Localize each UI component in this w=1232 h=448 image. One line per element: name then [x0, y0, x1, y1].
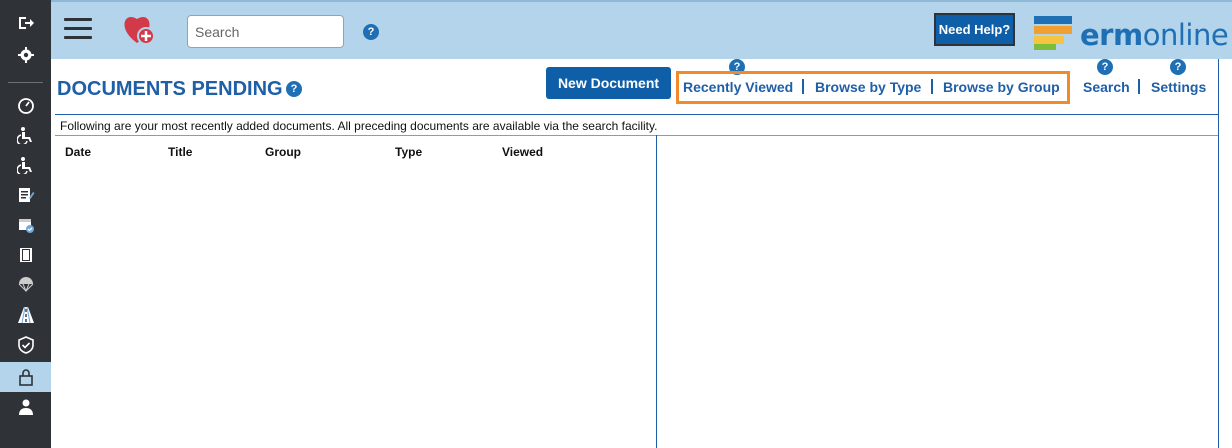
settings-help-icon[interactable]: ?	[1170, 59, 1186, 75]
nav-separator	[802, 79, 804, 94]
heart-plus-logo-icon[interactable]	[121, 11, 157, 47]
book-icon[interactable]	[0, 240, 51, 270]
sidebar-divider	[8, 82, 43, 83]
nav-browse-by-type[interactable]: Browse by Type	[815, 79, 921, 95]
column-header-viewed[interactable]: Viewed	[502, 145, 543, 159]
wheelchair-icon[interactable]	[0, 120, 51, 150]
user-icon[interactable]	[0, 392, 51, 422]
new-document-button[interactable]: New Document	[546, 67, 671, 99]
search-help-icon[interactable]: ?	[363, 24, 379, 40]
logout-icon[interactable]	[0, 8, 51, 38]
nav-separator	[1138, 79, 1140, 94]
panel-divider	[656, 135, 657, 448]
shield-check-icon[interactable]	[0, 330, 51, 360]
brand-wordmark: ermonline	[1080, 18, 1229, 52]
nav-recently-viewed[interactable]: Recently Viewed	[683, 79, 793, 95]
menu-icon[interactable]	[64, 18, 92, 40]
info-text: Following are your most recently added d…	[60, 119, 658, 133]
nav-settings[interactable]: Settings	[1151, 79, 1206, 95]
nav-search[interactable]: Search	[1083, 79, 1130, 95]
lock-icon[interactable]	[0, 362, 51, 392]
parachute-icon[interactable]	[0, 270, 51, 300]
nav-separator	[931, 79, 933, 94]
title-divider	[55, 114, 1218, 115]
search-nav-help-icon[interactable]: ?	[1097, 59, 1113, 75]
title-help-icon[interactable]: ?	[286, 81, 302, 97]
column-header-type[interactable]: Type	[395, 145, 422, 159]
dashboard-gauge-icon[interactable]	[0, 90, 51, 120]
panel-top-border	[55, 135, 1218, 136]
top-header: ? Need Help? ermonline	[51, 0, 1232, 59]
need-help-button[interactable]: Need Help?	[934, 13, 1015, 46]
document-edit-icon[interactable]	[0, 180, 51, 210]
sidebar	[0, 0, 51, 448]
column-header-title[interactable]: Title	[168, 145, 192, 159]
nav-browse-by-group[interactable]: Browse by Group	[943, 79, 1060, 95]
search-input[interactable]	[187, 15, 344, 48]
column-header-group[interactable]: Group	[265, 145, 301, 159]
gear-icon[interactable]	[0, 40, 51, 70]
app-root: ? Need Help? ermonline DOCUMENTS PENDING…	[0, 0, 1232, 448]
calendar-check-icon[interactable]	[0, 210, 51, 240]
column-header-date[interactable]: Date	[65, 145, 91, 159]
page-title: DOCUMENTS PENDING	[57, 78, 283, 100]
content-right-border	[1218, 59, 1219, 448]
road-icon[interactable]	[0, 300, 51, 330]
wheelchair-icon[interactable]	[0, 150, 51, 180]
